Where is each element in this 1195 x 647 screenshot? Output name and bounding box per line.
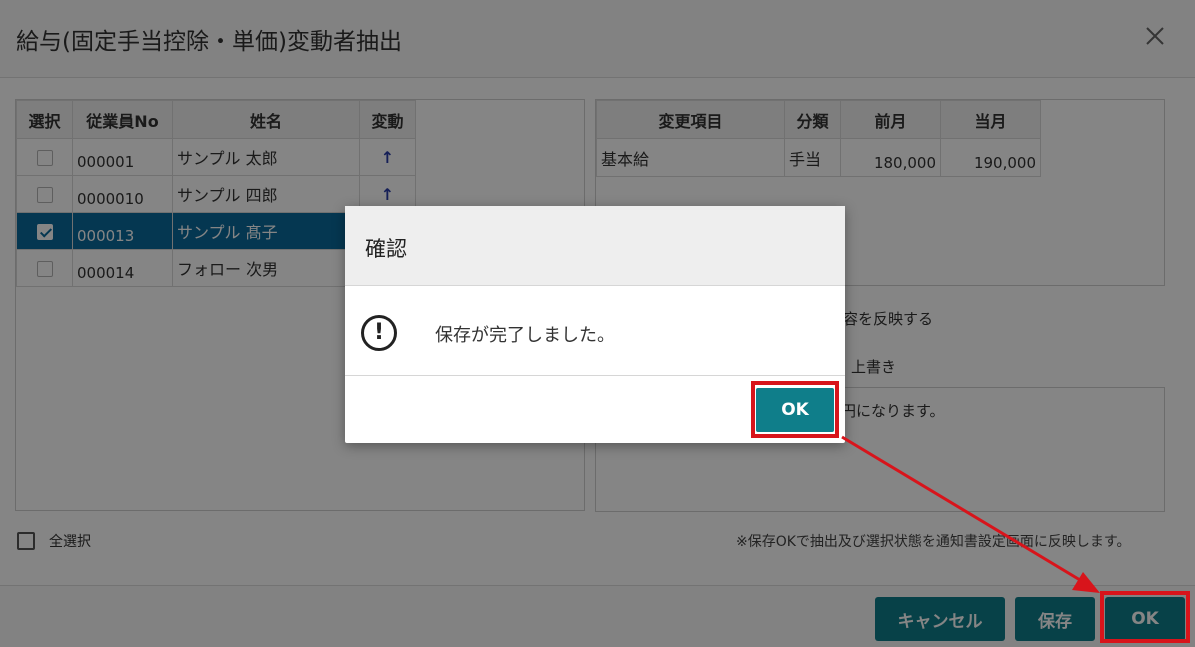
modal-ok-button[interactable]: OK bbox=[756, 388, 834, 432]
modal-body: ! 保存が完了しました。 bbox=[345, 286, 845, 376]
modal-title: 確認 bbox=[365, 237, 407, 261]
alert-circle-icon: ! bbox=[361, 315, 397, 351]
confirm-modal: 確認 ! 保存が完了しました。 OK bbox=[345, 206, 845, 443]
modal-message: 保存が完了しました。 bbox=[435, 325, 615, 346]
modal-header: 確認 bbox=[345, 206, 845, 286]
